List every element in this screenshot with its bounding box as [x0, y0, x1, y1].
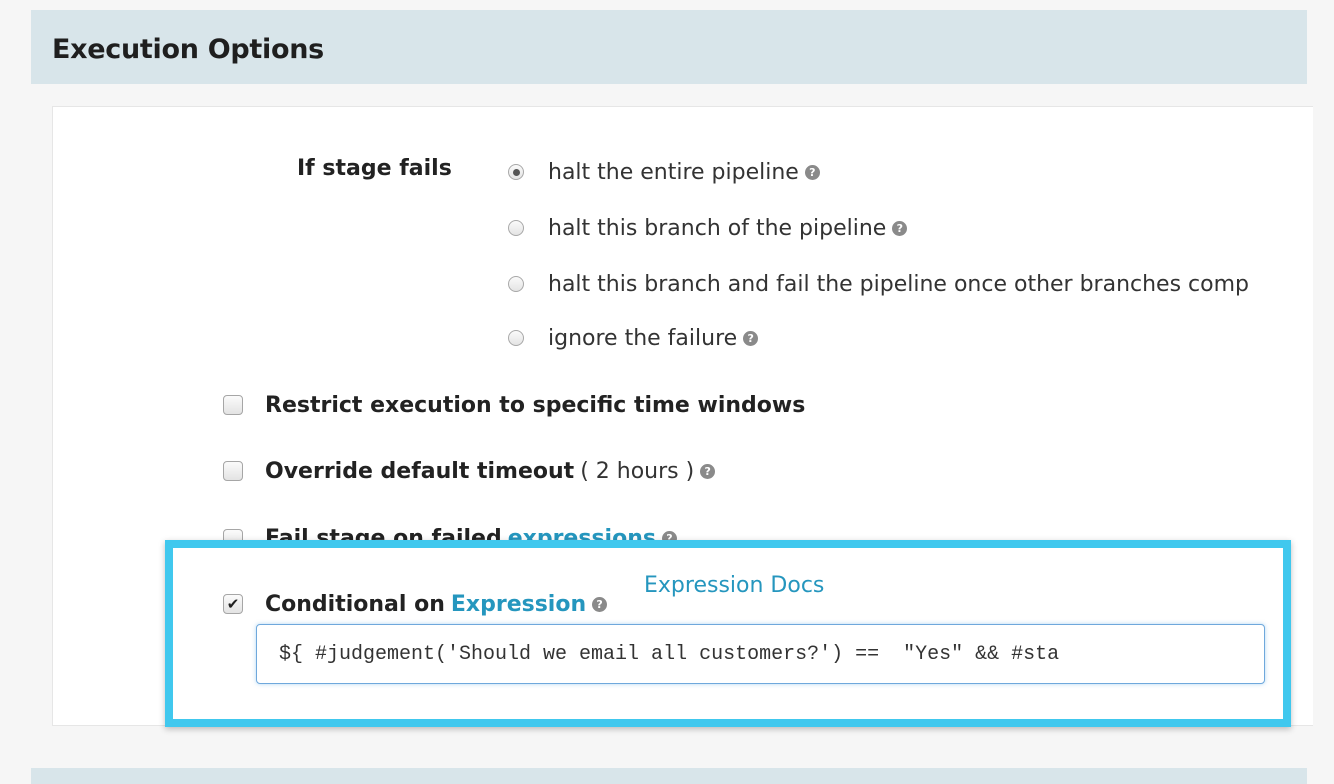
- radio-option-halt-branch[interactable]: halt this branch of the pipeline ?: [508, 213, 908, 243]
- radio-button[interactable]: [508, 164, 524, 180]
- question-circle-icon[interactable]: ?: [804, 164, 820, 180]
- radio-option-halt-branch-fail-pipeline[interactable]: halt this branch and fail the pipeline o…: [508, 269, 1298, 299]
- override-timeout-checkbox[interactable]: [223, 461, 243, 481]
- expression-docs-link[interactable]: Expression Docs: [644, 573, 824, 598]
- radio-option-ignore-failure[interactable]: ignore the failure ?: [508, 323, 759, 353]
- conditional-row[interactable]: ✔ Conditional on Expression ?: [223, 589, 608, 619]
- timeout-value: ( 2 hours ): [580, 458, 695, 484]
- question-circle-icon[interactable]: ?: [700, 463, 716, 479]
- radio-button[interactable]: [508, 330, 524, 346]
- radio-button[interactable]: [508, 220, 524, 236]
- if-stage-fails-label: If stage fails: [297, 156, 452, 181]
- override-timeout-row[interactable]: Override default timeout ( 2 hours ) ?: [223, 456, 716, 486]
- radio-label: ignore the failure: [548, 325, 738, 351]
- execution-options-page: Execution Options If stage fails halt th…: [0, 0, 1334, 784]
- conditional-label: Conditional on: [265, 591, 445, 617]
- radio-label: halt this branch and fail the pipeline o…: [548, 271, 1250, 297]
- fail-on-expressions-row[interactable]: Fail stage on failed expressions ?: [223, 520, 823, 542]
- expression-link[interactable]: Expression: [451, 592, 586, 617]
- next-section-header: [31, 768, 1307, 784]
- question-circle-icon[interactable]: ?: [592, 596, 608, 612]
- override-timeout-label: Override default timeout: [265, 458, 575, 484]
- radio-label: halt the entire pipeline: [548, 159, 799, 185]
- restrict-windows-label: Restrict execution to specific time wind…: [265, 392, 806, 418]
- question-circle-icon[interactable]: ?: [892, 220, 908, 236]
- checkmark-icon: ✔: [226, 594, 240, 613]
- question-circle-icon[interactable]: ?: [743, 330, 759, 346]
- restrict-windows-row[interactable]: Restrict execution to specific time wind…: [223, 390, 805, 420]
- radio-option-halt-pipeline[interactable]: halt the entire pipeline ?: [508, 157, 820, 187]
- section-title: Execution Options: [52, 34, 324, 65]
- radio-button[interactable]: [508, 276, 524, 292]
- section-header: Execution Options: [31, 10, 1307, 84]
- radio-label: halt this branch of the pipeline: [548, 215, 887, 241]
- restrict-windows-checkbox[interactable]: [223, 395, 243, 415]
- conditional-checkbox[interactable]: ✔: [223, 594, 243, 614]
- expression-input[interactable]: ${ #judgement('Should we email all custo…: [256, 624, 1265, 684]
